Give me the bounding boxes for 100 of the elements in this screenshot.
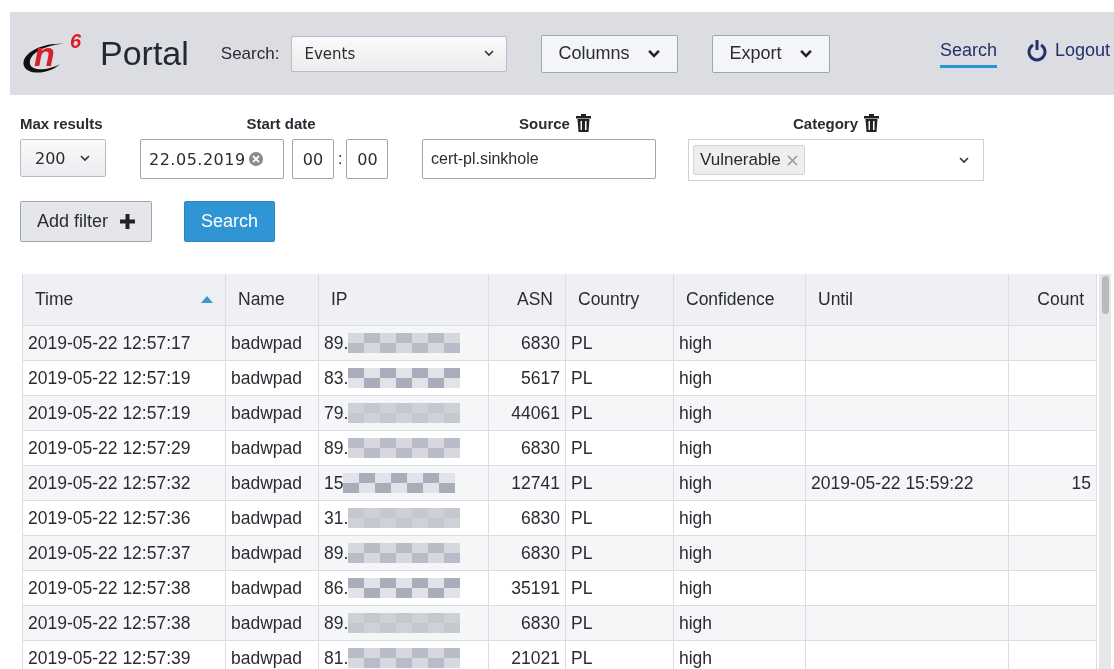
table-cell: high <box>679 507 713 528</box>
table-cell: 2019-05-22 12:57:17 <box>28 332 191 353</box>
table-cell: 6830 <box>521 612 560 633</box>
table-cell: high <box>679 367 713 388</box>
table-cell: badwpad <box>231 472 303 493</box>
dropdown-button[interactable]: Columns <box>541 34 679 73</box>
chevron-down-icon <box>79 154 90 162</box>
table-cell: 2019-05-22 15:59:22 <box>811 472 974 493</box>
search-type-dropdown[interactable]: Events <box>291 35 508 72</box>
table-cell: 35191 <box>511 577 560 598</box>
table-cell: 89. <box>324 332 349 354</box>
app-title: Portal <box>100 34 189 73</box>
max-results-dropdown[interactable]: 200 <box>20 139 106 177</box>
table-cell: PL <box>571 507 593 528</box>
column-header[interactable]: Time <box>35 289 74 310</box>
table-cell: 89. <box>324 542 349 564</box>
table-cell: high <box>679 647 713 668</box>
table-cell: badwpad <box>231 647 303 668</box>
sort-ascending-icon[interactable] <box>201 296 213 303</box>
nav-link[interactable]: Search <box>939 39 997 68</box>
time-separator: : <box>338 150 343 168</box>
trash-icon[interactable] <box>864 114 879 132</box>
power-icon <box>1026 39 1047 62</box>
table-cell: badwpad <box>231 402 303 423</box>
table-cell: 89. <box>324 437 349 459</box>
column-header[interactable]: ASN <box>517 289 553 309</box>
table-cell: PL <box>571 647 593 668</box>
table-cell: high <box>679 542 713 563</box>
filter-label: Max results <box>20 114 103 132</box>
table-cell: badwpad <box>231 507 303 528</box>
category-tag: Vulnerable <box>693 145 805 175</box>
table-cell: badwpad <box>231 437 303 458</box>
table-cell: badwpad <box>231 542 303 563</box>
table-cell: 2019-05-22 12:57:38 <box>28 612 191 633</box>
table-cell: high <box>679 472 713 493</box>
chevron-down-icon <box>799 48 814 59</box>
scrollbar[interactable] <box>1099 274 1111 669</box>
table-cell: 2019-05-22 12:57:29 <box>28 437 191 458</box>
table-cell: 83. <box>324 367 349 389</box>
table-cell: PL <box>571 367 593 388</box>
table-cell: 2019-05-22 12:57:37 <box>28 542 191 563</box>
close-icon[interactable] <box>786 154 798 166</box>
add-filter-button[interactable]: Add filter <box>20 201 153 242</box>
table-cell: PL <box>571 577 593 598</box>
category-multiselect[interactable]: Vulnerable <box>688 139 984 181</box>
table-cell: 6830 <box>521 332 560 353</box>
plus-icon <box>120 214 136 229</box>
table-cell: 31. <box>324 507 349 529</box>
table-cell: high <box>679 332 713 353</box>
search-label: Search: <box>220 43 280 64</box>
table-cell: PL <box>571 542 593 563</box>
table-cell: 81. <box>324 647 349 669</box>
table-cell: high <box>679 577 713 598</box>
table-cell: PL <box>571 472 593 493</box>
table-cell: 79. <box>324 402 349 424</box>
table-cell: high <box>679 402 713 423</box>
filter-label: Source <box>519 114 570 132</box>
table-cell: 5617 <box>521 367 560 388</box>
column-header[interactable]: Until <box>818 289 853 309</box>
table-cell: 2019-05-22 12:57:38 <box>28 577 191 598</box>
table-cell: 2019-05-22 12:57:39 <box>28 647 191 668</box>
column-header[interactable]: Name <box>238 289 285 309</box>
column-header[interactable]: IP <box>331 289 348 309</box>
table-cell: 15 <box>324 472 344 494</box>
trash-icon[interactable] <box>575 114 591 132</box>
filter-label: Start date <box>246 114 316 132</box>
table-cell: high <box>679 612 713 633</box>
chevron-down-icon <box>647 48 662 59</box>
table-cell: badwpad <box>231 577 303 598</box>
table-cell: badwpad <box>231 612 303 633</box>
table-cell: 6830 <box>521 507 560 528</box>
hour-field[interactable]: 00 <box>292 139 334 179</box>
table-cell: 89. <box>324 612 349 634</box>
table-cell: PL <box>571 437 593 458</box>
logo-drawing: n 6 <box>20 29 92 78</box>
filter-label: Category <box>793 114 858 132</box>
table-cell: 2019-05-22 12:57:19 <box>28 367 191 388</box>
table-cell: high <box>679 437 713 458</box>
clear-icon[interactable] <box>248 152 263 166</box>
date-field[interactable]: 22.05.2019 <box>140 139 284 179</box>
table-cell: 2019-05-22 12:57:19 <box>28 402 191 423</box>
source-field[interactable]: cert-pl.sinkhole <box>422 139 656 179</box>
chevron-down-icon <box>484 50 495 57</box>
table-cell: 6830 <box>521 437 560 458</box>
chevron-down-icon <box>959 156 969 164</box>
dropdown-button[interactable]: Export <box>712 34 831 73</box>
table-cell: 86. <box>324 577 349 599</box>
table-cell: badwpad <box>231 332 303 353</box>
table-cell: 6830 <box>521 542 560 563</box>
table-cell: badwpad <box>231 367 303 388</box>
table-cell: 44061 <box>511 402 560 423</box>
nav-link[interactable]: Logout <box>1026 39 1110 68</box>
table-cell: PL <box>571 612 593 633</box>
minute-field[interactable]: 00 <box>346 139 389 179</box>
table-cell: 15 <box>1071 472 1091 493</box>
table-cell: 12741 <box>511 472 560 493</box>
table-cell: 2019-05-22 12:57:32 <box>28 472 191 493</box>
table-cell: PL <box>571 402 593 423</box>
table-cell: 2019-05-22 12:57:36 <box>28 507 191 528</box>
table-cell: 21021 <box>511 647 560 668</box>
